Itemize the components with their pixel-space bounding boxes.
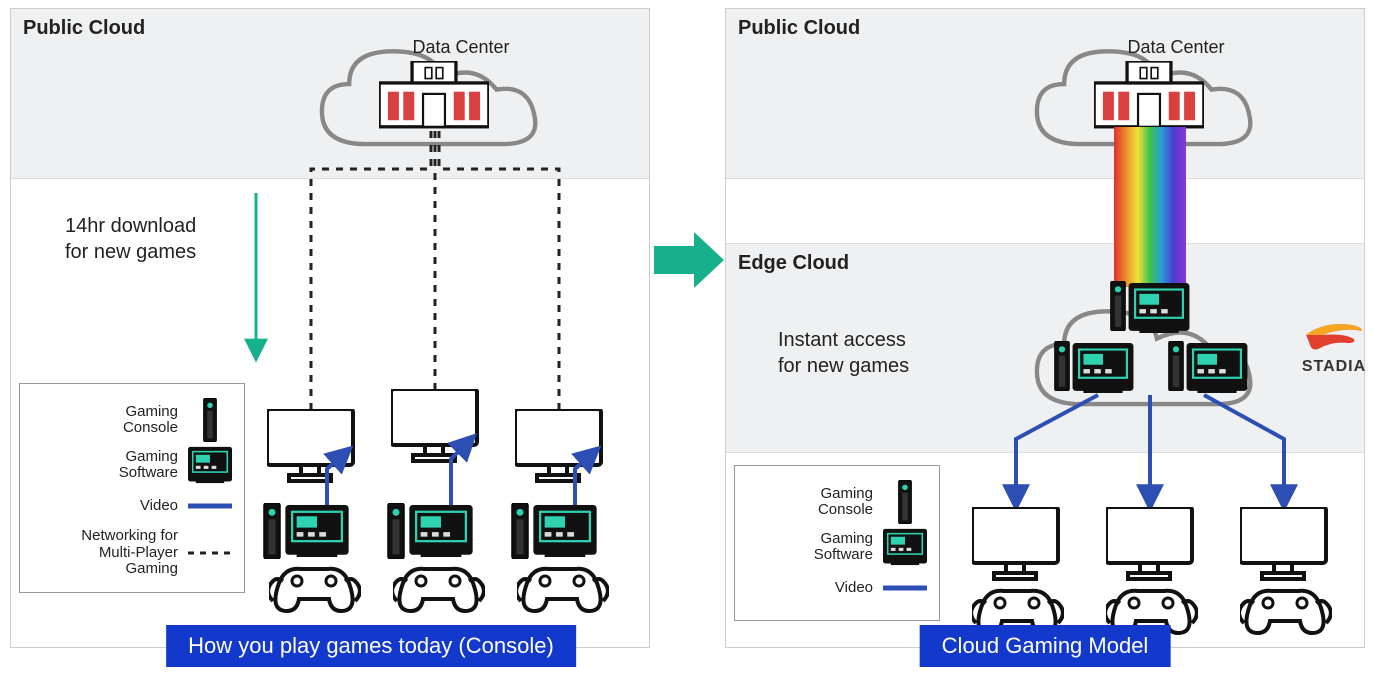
tv-monitor-icon xyxy=(972,507,1062,583)
gaming-console-icon xyxy=(1110,281,1126,331)
data-center-icon xyxy=(379,61,489,129)
controller-icon xyxy=(1240,583,1332,639)
legend-row-software: Gaming Software xyxy=(26,446,232,484)
panel-caption: Cloud Gaming Model xyxy=(920,625,1171,667)
legend-row-software: Gaming Software xyxy=(741,528,927,566)
edge-cloud-label: Edge Cloud xyxy=(738,252,849,275)
legend-row-console: Gaming Console xyxy=(26,398,232,442)
gaming-software-icon xyxy=(883,528,927,566)
panel-caption: How you play games today (Console) xyxy=(166,625,576,667)
gaming-software-icon xyxy=(188,446,232,484)
gaming-software-icon xyxy=(1072,343,1134,393)
data-center-label: Data Center xyxy=(1096,37,1256,58)
legend-row-video: Video xyxy=(741,570,927,606)
tv-monitor-icon xyxy=(515,409,605,485)
gaming-software-icon xyxy=(409,505,473,557)
download-duration-text: 14hr download for new games xyxy=(65,213,196,265)
legend-row-console: Gaming Console xyxy=(741,480,927,524)
gaming-software-icon xyxy=(533,505,597,557)
data-center-icon xyxy=(1094,61,1204,129)
networking-line-icon xyxy=(188,549,232,557)
legend: Gaming Console Gaming Software Video xyxy=(734,465,940,621)
gaming-software-icon xyxy=(1128,283,1190,333)
gaming-console-icon xyxy=(1054,341,1070,391)
gaming-console-icon xyxy=(898,480,912,524)
stadia-icon xyxy=(1304,319,1364,353)
gaming-console-icon xyxy=(1168,341,1184,391)
tv-monitor-icon xyxy=(1240,507,1330,583)
tv-monitor-icon xyxy=(1106,507,1196,583)
gaming-console-icon xyxy=(203,398,217,442)
stadia-logo: STADIA xyxy=(1282,319,1374,376)
console-model-panel: Public Cloud Data Center 14hr download f… xyxy=(10,8,650,648)
tv-monitor-icon xyxy=(267,409,357,485)
controller-icon xyxy=(517,561,609,617)
public-cloud-label: Public Cloud xyxy=(23,17,145,40)
gaming-console-icon xyxy=(387,503,405,559)
gaming-console-icon xyxy=(511,503,529,559)
instant-access-text: Instant access for new games xyxy=(778,327,909,379)
legend-row-video: Video xyxy=(26,488,232,524)
gaming-console-icon xyxy=(263,503,281,559)
controller-icon xyxy=(269,561,361,617)
gaming-software-icon xyxy=(285,505,349,557)
tv-monitor-icon xyxy=(391,389,481,465)
transition-arrow-icon xyxy=(654,232,724,288)
controller-icon xyxy=(393,561,485,617)
stadia-label: STADIA xyxy=(1282,358,1374,376)
public-cloud-label: Public Cloud xyxy=(738,17,860,40)
legend: Gaming Console Gaming Software Video Net… xyxy=(19,383,245,593)
video-line-icon xyxy=(188,502,232,510)
data-center-label: Data Center xyxy=(381,37,541,58)
download-arrow-icon xyxy=(241,193,271,363)
legend-row-networking: Networking for Multi-Player Gaming xyxy=(26,528,232,578)
cloud-gaming-panel: Public Cloud Edge Cloud Data Center Inst… xyxy=(725,8,1365,648)
rainbow-bandwidth-icon xyxy=(1114,127,1186,287)
gaming-software-icon xyxy=(1186,343,1248,393)
video-line-icon xyxy=(883,584,927,592)
